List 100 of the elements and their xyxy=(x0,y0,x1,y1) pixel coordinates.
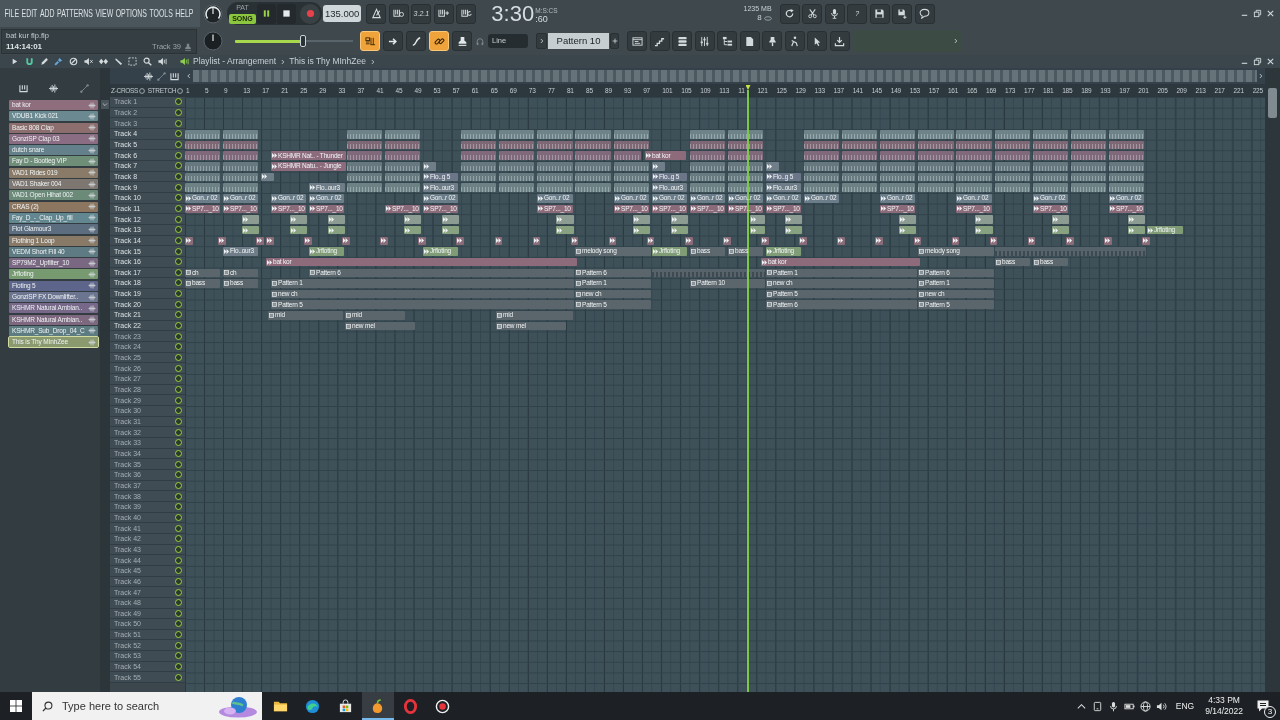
audio-clip[interactable] xyxy=(575,183,611,192)
audio-clip[interactable] xyxy=(1128,215,1145,224)
audio-clip[interactable] xyxy=(385,129,420,139)
audio-clip[interactable] xyxy=(785,215,802,224)
close-icon[interactable] xyxy=(1266,9,1275,19)
audio-clip[interactable] xyxy=(804,183,839,192)
audio-clip[interactable] xyxy=(1128,225,1145,235)
figure-button[interactable] xyxy=(784,31,805,52)
audio-clip[interactable] xyxy=(995,183,1030,192)
audio-clip[interactable] xyxy=(990,236,997,246)
audio-clip[interactable] xyxy=(728,140,763,150)
mute-button[interactable] xyxy=(175,609,182,617)
audio-clip[interactable] xyxy=(1033,183,1068,192)
audio-clip[interactable] xyxy=(804,140,839,150)
audio-clip[interactable] xyxy=(728,129,763,139)
speaker-icon[interactable] xyxy=(157,57,167,66)
audio-clip[interactable] xyxy=(690,151,725,160)
audio-clip[interactable] xyxy=(728,161,763,171)
knob[interactable] xyxy=(203,3,223,24)
audio-clip[interactable] xyxy=(614,183,649,192)
mute-button[interactable] xyxy=(175,375,182,383)
mute-button[interactable] xyxy=(175,119,182,127)
mute-button[interactable] xyxy=(175,226,182,234)
audio-clip[interactable] xyxy=(899,225,916,235)
audio-clip[interactable] xyxy=(761,236,769,246)
audio-clip[interactable] xyxy=(918,161,954,171)
audio-clip[interactable] xyxy=(1066,236,1074,246)
mute-button[interactable] xyxy=(175,450,182,457)
pattern-clip[interactable] xyxy=(995,247,1146,256)
audio-clip[interactable] xyxy=(614,151,641,160)
checkbox[interactable] xyxy=(177,87,184,94)
audio-clip[interactable] xyxy=(385,161,420,171)
menu-item[interactable]: PATTERNS xyxy=(57,7,93,21)
mute-button[interactable] xyxy=(175,396,182,404)
mute-button[interactable] xyxy=(175,172,182,180)
chevron-right-icon[interactable] xyxy=(953,38,958,45)
audio-clip[interactable] xyxy=(461,129,496,139)
audio-clip[interactable] xyxy=(956,151,992,160)
speaker-icon[interactable] xyxy=(1155,700,1167,712)
audio-clip[interactable] xyxy=(995,151,1030,160)
audio-clip[interactable] xyxy=(671,215,688,224)
wait-button[interactable] xyxy=(388,3,409,24)
audio-clip[interactable] xyxy=(495,236,502,246)
scrollbar-thumb[interactable] xyxy=(1268,88,1277,118)
audio-clip[interactable] xyxy=(185,183,220,192)
audio-clip[interactable] xyxy=(685,236,693,246)
notification-icon[interactable] xyxy=(1256,699,1270,713)
mute-button[interactable] xyxy=(175,428,182,436)
pattern-clip[interactable] xyxy=(652,268,765,278)
mute-button[interactable] xyxy=(175,194,182,202)
audio-clip[interactable] xyxy=(914,236,921,246)
keyboard-icon[interactable] xyxy=(18,84,28,93)
audio-clip[interactable] xyxy=(261,172,274,182)
audio-clip[interactable] xyxy=(1071,172,1106,182)
chevron-right-icon[interactable] xyxy=(370,58,375,65)
menu-item[interactable]: EDIT xyxy=(21,7,38,21)
diamonds-icon[interactable] xyxy=(98,57,108,66)
audio-clip[interactable] xyxy=(956,140,992,150)
loop-button[interactable] xyxy=(456,3,477,24)
mute-button[interactable] xyxy=(175,545,182,553)
audio-clip[interactable] xyxy=(804,161,839,171)
audio-clip[interactable] xyxy=(256,236,264,246)
mute-button[interactable] xyxy=(175,204,182,212)
audio-clip[interactable] xyxy=(880,140,915,150)
audio-clip[interactable] xyxy=(290,225,307,235)
audio-clip[interactable] xyxy=(690,129,725,139)
audio-clip[interactable] xyxy=(804,151,839,160)
audio-clip[interactable] xyxy=(750,215,765,224)
menu-item[interactable]: VIEW xyxy=(95,7,114,21)
magnifier-icon[interactable] xyxy=(143,57,153,66)
mute-button[interactable] xyxy=(175,290,182,298)
audio-clip[interactable] xyxy=(328,225,345,235)
document-button[interactable] xyxy=(739,31,760,52)
audio-clip[interactable] xyxy=(1071,129,1106,139)
audio-clip[interactable] xyxy=(242,225,259,235)
audio-clip[interactable] xyxy=(614,129,649,139)
audio-clip[interactable] xyxy=(242,215,259,224)
audio-clip[interactable] xyxy=(1033,151,1068,160)
audio-clip[interactable] xyxy=(385,172,420,182)
language-indicator[interactable]: ENG xyxy=(1175,701,1195,711)
audio-clip[interactable] xyxy=(223,183,258,192)
audio-clip[interactable] xyxy=(1028,236,1035,246)
mute-button[interactable] xyxy=(175,481,182,489)
mute-button[interactable] xyxy=(175,588,182,596)
toggle-button[interactable] xyxy=(383,31,403,52)
audio-clip[interactable] xyxy=(633,225,650,235)
audio-clip[interactable] xyxy=(614,140,649,150)
mute-button[interactable] xyxy=(175,386,182,394)
menu-item[interactable]: OPTIONS xyxy=(115,7,147,21)
audio-clip[interactable] xyxy=(880,172,915,182)
mute-button[interactable] xyxy=(175,354,182,362)
audio-clip[interactable] xyxy=(690,161,725,171)
slash-icon[interactable] xyxy=(113,57,123,66)
checkbox[interactable] xyxy=(139,87,146,94)
audio-clip[interactable] xyxy=(1109,140,1144,150)
menu-item[interactable]: HELP xyxy=(175,7,194,21)
mute-button[interactable] xyxy=(175,162,182,170)
audio-clip[interactable] xyxy=(918,183,954,192)
audio-clip[interactable] xyxy=(418,236,426,246)
audio-clip[interactable] xyxy=(537,161,573,171)
